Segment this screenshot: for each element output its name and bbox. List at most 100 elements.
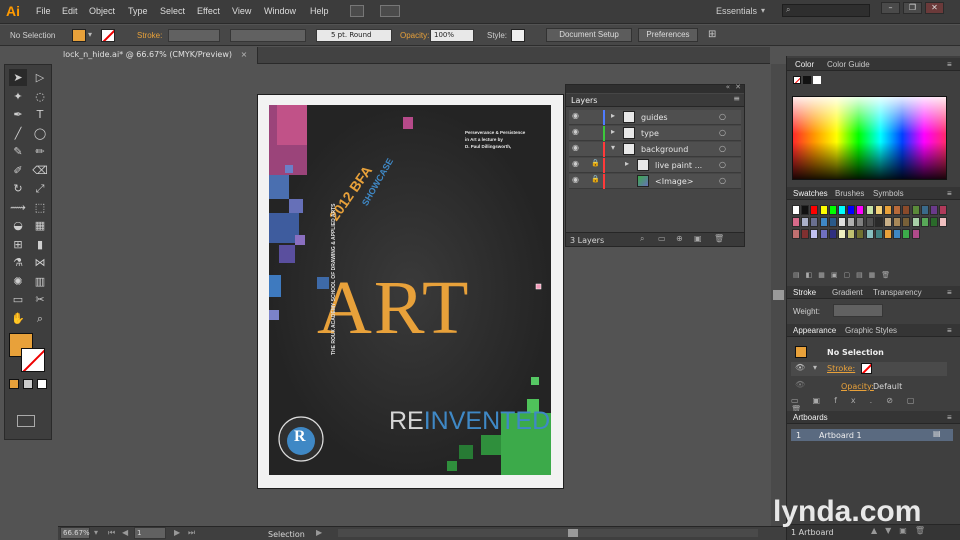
panel-menu-icon[interactable]: ≡	[947, 413, 952, 422]
lock-icon[interactable]: 🔒	[591, 175, 600, 183]
transparency-tab[interactable]: Transparency	[873, 288, 922, 297]
gradient-mode-icon[interactable]	[23, 379, 33, 389]
menu-edit[interactable]: Edit	[62, 6, 78, 16]
swatch[interactable]	[911, 217, 920, 227]
menu-window[interactable]: Window	[264, 6, 296, 16]
zoom-tool-icon[interactable]: ⌕	[31, 310, 49, 327]
panel-menu-icon[interactable]: ≡	[947, 288, 952, 297]
scroll-thumb[interactable]	[773, 290, 784, 300]
stroke-weight-field[interactable]	[168, 29, 220, 42]
collapse-icon[interactable]: «	[726, 83, 730, 91]
swatch[interactable]	[884, 229, 892, 239]
none-mode-icon[interactable]	[37, 379, 47, 389]
panel-menu-icon[interactable]: ≡	[947, 189, 952, 198]
swatch[interactable]	[911, 229, 920, 239]
swatch[interactable]	[847, 205, 856, 215]
brushes-tab[interactable]: Brushes	[835, 189, 864, 198]
scroll-thumb[interactable]	[568, 529, 578, 537]
appearance-stroke-row[interactable]: 👁 ▾ Stroke:	[791, 362, 947, 376]
clipping-mask-icon[interactable]: ▭	[658, 234, 666, 243]
rotate-tool-icon[interactable]: ↻	[9, 180, 27, 197]
restore-button[interactable]: ❐	[903, 2, 922, 14]
stroke-tab[interactable]: Stroke	[793, 288, 816, 297]
swatch[interactable]	[838, 229, 846, 239]
previous-artboard-icon[interactable]: ◀	[122, 528, 128, 537]
opacity-label[interactable]: Opacity:	[400, 31, 429, 40]
target-icon[interactable]: ○	[719, 112, 726, 121]
menu-help[interactable]: Help	[310, 6, 329, 16]
type-tool-icon[interactable]: T	[31, 106, 49, 123]
disclosure-icon[interactable]: ▾	[611, 143, 615, 152]
swatch[interactable]	[828, 229, 837, 239]
target-icon[interactable]: ○	[719, 176, 726, 185]
swatch[interactable]	[792, 205, 800, 215]
status-menu-icon[interactable]: ▶	[316, 528, 322, 537]
next-artboard-icon[interactable]: ▶	[174, 528, 180, 537]
artboard-number-field[interactable]: 1	[134, 527, 166, 539]
graphic-style-swatch[interactable]	[511, 29, 525, 42]
swatch[interactable]	[828, 217, 837, 227]
swatch[interactable]	[884, 205, 892, 215]
document-setup-button[interactable]: Document Setup	[546, 28, 632, 42]
direct-selection-tool-icon[interactable]: ▷	[31, 69, 49, 86]
selection-tool-icon[interactable]: ➤	[9, 69, 27, 86]
layers-tab[interactable]: Layers	[571, 96, 597, 105]
artboards-tab[interactable]: Artboards	[793, 413, 828, 422]
swatch[interactable]	[902, 205, 911, 215]
color-tab[interactable]: Color	[795, 60, 814, 69]
layer-row[interactable]: ◉ ▾ background ○	[569, 142, 741, 157]
screen-mode-icon[interactable]	[17, 415, 35, 427]
black-swatch[interactable]	[803, 76, 811, 84]
shape-builder-tool-icon[interactable]: ◒	[9, 217, 27, 234]
panel-menu-icon[interactable]: ≡	[733, 94, 740, 103]
color-spectrum[interactable]	[792, 96, 947, 180]
free-transform-tool-icon[interactable]: ⬚	[31, 199, 49, 216]
swatch[interactable]	[865, 229, 874, 239]
eye-icon[interactable]: 👁	[795, 363, 805, 372]
graphic-styles-tab[interactable]: Graphic Styles	[845, 326, 897, 335]
layer-row[interactable]: ◉ 🔒 <Image> ○	[569, 174, 741, 189]
layer-name[interactable]: background	[641, 145, 688, 154]
swatch[interactable]	[810, 205, 819, 215]
swatch[interactable]	[902, 229, 911, 239]
lasso-tool-icon[interactable]: ◌	[31, 88, 49, 105]
appearance-stroke-label[interactable]: Stroke:	[827, 364, 855, 373]
blend-tool-icon[interactable]: ⋈	[31, 254, 49, 271]
gradient-tool-icon[interactable]: ▮	[31, 236, 49, 253]
swatch[interactable]	[893, 205, 902, 215]
column-graph-tool-icon[interactable]: ▥	[31, 273, 49, 290]
new-sublayer-icon[interactable]: ⊕	[676, 234, 683, 243]
menu-file[interactable]: File	[36, 6, 51, 16]
swatch[interactable]	[856, 205, 865, 215]
disclosure-icon[interactable]: ▸	[611, 127, 615, 136]
swatch[interactable]	[801, 217, 810, 227]
hand-tool-icon[interactable]: ✋	[9, 310, 27, 327]
white-swatch[interactable]	[813, 76, 821, 84]
new-layer-icon[interactable]: ▣	[694, 234, 702, 243]
disclosure-icon[interactable]: ▸	[625, 159, 629, 168]
layer-name[interactable]: guides	[641, 113, 668, 122]
swatch[interactable]	[810, 217, 819, 227]
perspective-grid-tool-icon[interactable]: ▦	[31, 217, 49, 234]
target-icon[interactable]: ○	[719, 144, 726, 153]
menu-type[interactable]: Type	[128, 6, 148, 16]
preferences-button[interactable]: Preferences	[638, 28, 698, 42]
menu-effect[interactable]: Effect	[197, 6, 220, 16]
vertical-scrollbar[interactable]	[771, 64, 786, 526]
swatch[interactable]	[920, 217, 929, 227]
eye-icon[interactable]: ◉	[572, 175, 579, 184]
swatch[interactable]	[819, 217, 828, 227]
slice-tool-icon[interactable]: ✂	[31, 291, 49, 308]
swatch[interactable]	[792, 217, 800, 227]
chevron-down-icon[interactable]: ▾	[88, 30, 92, 39]
swatch[interactable]	[884, 217, 892, 227]
eye-icon[interactable]: ◉	[572, 143, 579, 152]
eye-icon[interactable]: 👁	[795, 380, 805, 389]
trash-icon[interactable]: 🗑	[714, 234, 724, 243]
swatch[interactable]	[810, 229, 819, 239]
swatch[interactable]	[847, 217, 856, 227]
swatch[interactable]	[819, 205, 828, 215]
layer-name[interactable]: type	[641, 129, 659, 138]
document-tab[interactable]: lock_n_hide.ai* @ 66.67% (CMYK/Preview) …	[58, 47, 258, 64]
swatch[interactable]	[801, 229, 810, 239]
